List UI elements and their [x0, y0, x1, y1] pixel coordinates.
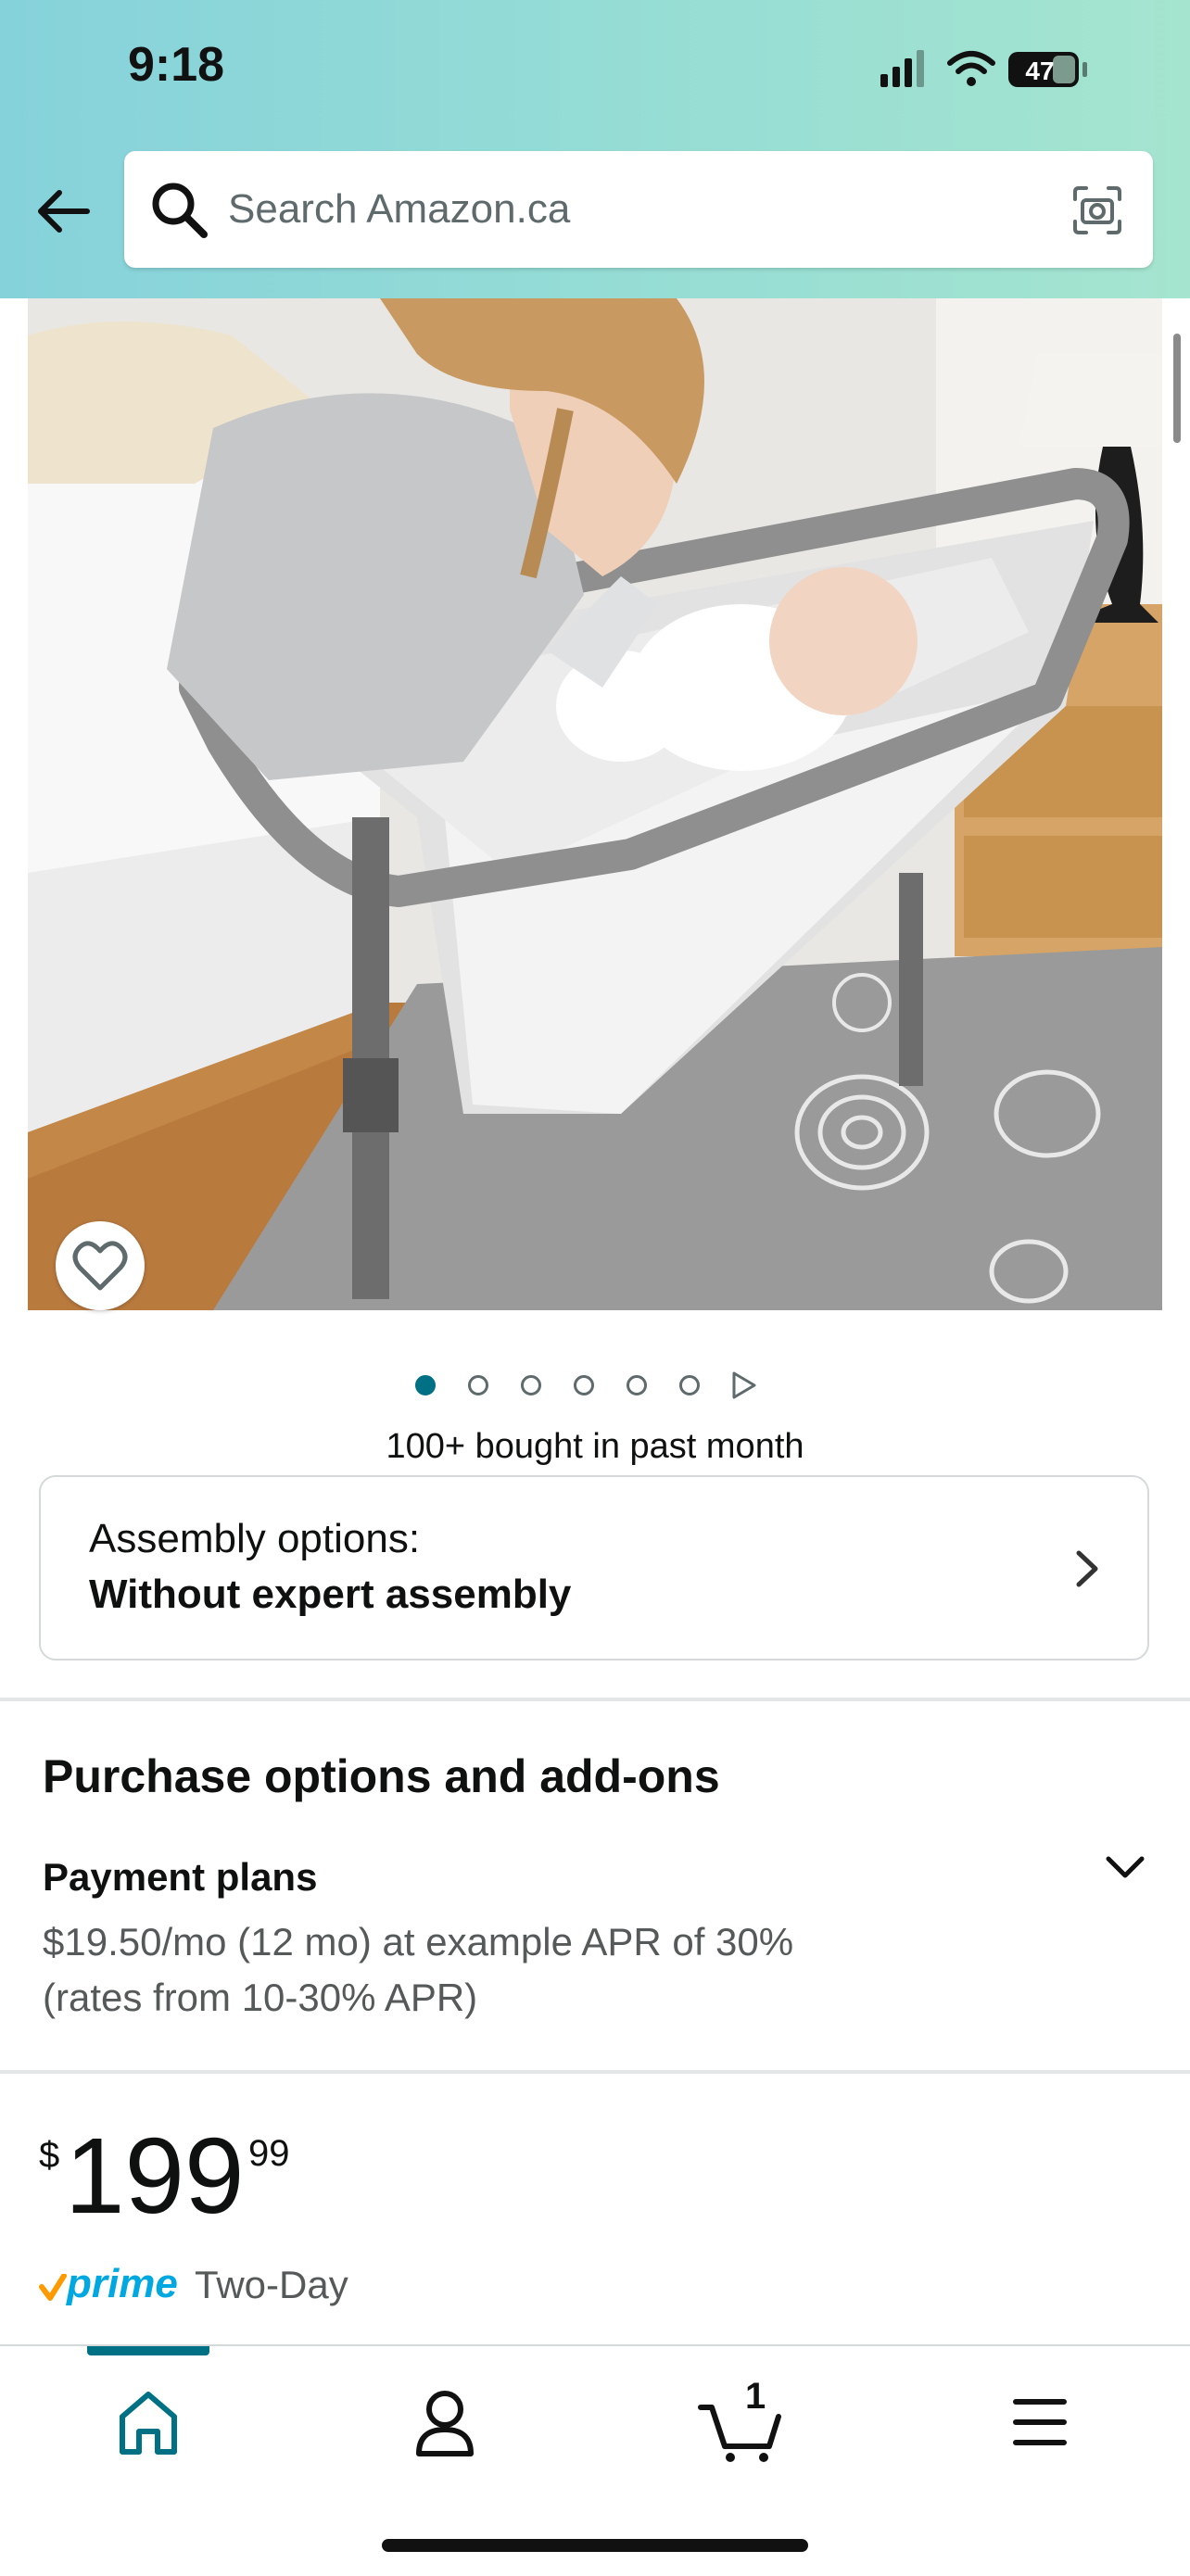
heart-icon — [72, 1241, 128, 1291]
payment-plan-line: $19.50/mo (12 mo) at example APR of 30% — [43, 1920, 794, 1964]
nav-account[interactable] — [400, 2380, 493, 2463]
assembly-options-selector[interactable]: Assembly options: Without expert assembl… — [39, 1475, 1149, 1661]
home-icon — [120, 2392, 177, 2455]
play-video-icon[interactable] — [730, 1370, 758, 1401]
section-divider — [0, 1698, 1190, 1701]
price-whole: 199 — [65, 2115, 245, 2236]
carousel-dot[interactable] — [415, 1375, 436, 1395]
home-indicator — [382, 2539, 808, 2552]
carousel-dot[interactable] — [521, 1375, 541, 1395]
cart-count: 1 — [745, 2376, 766, 2417]
bassinet-illustration — [28, 298, 1162, 1310]
nav-home[interactable] — [104, 2380, 196, 2463]
back-arrow-icon[interactable] — [33, 182, 93, 241]
search-placeholder: Search Amazon.ca — [228, 186, 571, 232]
nav-active-indicator — [87, 2346, 209, 2355]
purchase-options-title: Purchase options and add-ons — [43, 1750, 720, 1802]
prime-check-icon — [39, 2274, 67, 2301]
menu-icon — [1013, 2399, 1067, 2445]
carousel-dot[interactable] — [679, 1375, 700, 1395]
search-input[interactable]: Search Amazon.ca — [124, 151, 1153, 268]
carousel-dots — [415, 1370, 767, 1403]
assembly-label: Assembly options: — [89, 1516, 421, 1561]
carousel-dot[interactable] — [627, 1375, 647, 1395]
wishlist-button[interactable] — [56, 1221, 145, 1310]
nav-cart[interactable]: 1 — [697, 2376, 790, 2463]
carousel-dot[interactable] — [574, 1375, 594, 1395]
scroll-indicator — [1173, 334, 1181, 443]
account-icon — [416, 2391, 474, 2456]
price-symbol: $ — [39, 2135, 60, 2176]
chevron-down-icon[interactable] — [1103, 1853, 1147, 1883]
prime-delivery: Two-Day — [195, 2263, 348, 2306]
payment-plans-title[interactable]: Payment plans — [43, 1855, 317, 1900]
section-divider — [0, 2070, 1190, 2074]
nav-menu[interactable] — [995, 2380, 1088, 2463]
camera-icon[interactable] — [1070, 183, 1125, 238]
bought-count: 100+ bought in past month — [386, 1427, 804, 1466]
product-image[interactable] — [28, 298, 1162, 1310]
battery-level: 47 — [1025, 57, 1054, 85]
chevron-right-icon — [1076, 1550, 1098, 1587]
cart-icon — [698, 2405, 781, 2462]
price-fraction: 99 — [248, 2133, 290, 2174]
payment-plan-rates: (rates from 10-30% APR) — [43, 1976, 478, 2019]
search-icon — [152, 183, 208, 238]
assembly-value: Without expert assembly — [89, 1572, 572, 1617]
prime-badge: prime Two-Day — [39, 2261, 502, 2313]
status-time: 9:18 — [128, 38, 225, 92]
top-header: 9:18 47 Search Amazon.ca — [0, 0, 1190, 298]
carousel-dot[interactable] — [468, 1375, 488, 1395]
status-icons: 47 — [880, 50, 1087, 87]
prime-logo-text: prime — [67, 2261, 178, 2306]
